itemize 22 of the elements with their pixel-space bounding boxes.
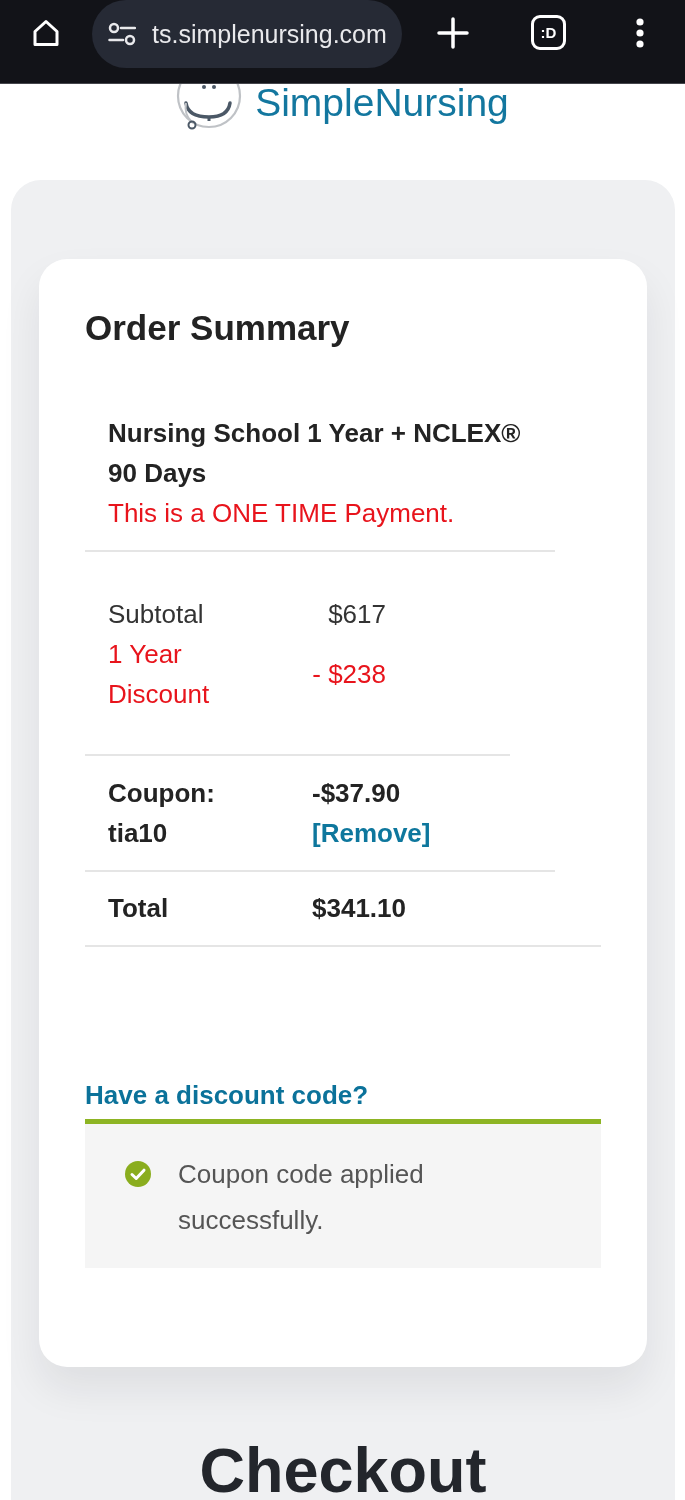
remove-coupon-link[interactable]: [Remove] bbox=[312, 813, 431, 853]
total-amount: $341.10 bbox=[312, 892, 406, 925]
tab-switcher-button[interactable]: :D bbox=[530, 15, 566, 50]
menu-icon bbox=[635, 18, 644, 48]
coupon-amount: -$37.90 bbox=[312, 777, 401, 810]
coupon-label: Coupon: tia10 bbox=[108, 777, 216, 850]
check-circle-icon bbox=[125, 1161, 151, 1187]
summary-amount: - $238 bbox=[311, 658, 386, 691]
discount-code-link[interactable]: Have a discount code? bbox=[85, 1075, 369, 1115]
total-label: Total bbox=[108, 892, 170, 925]
site-settings-icon bbox=[108, 22, 136, 46]
coupon-message-text: Coupon code applied successfully. bbox=[178, 1158, 425, 1237]
summary-label: 1 Year Discount bbox=[108, 638, 211, 711]
summary-label: Subtotal bbox=[108, 598, 205, 631]
address-bar[interactable]: ts.simplenursing.com bbox=[92, 0, 402, 68]
order-summary-title: Order Summary bbox=[85, 308, 350, 348]
payment-note: This is a ONE TIME Payment. bbox=[108, 497, 456, 530]
product-name: Nursing School 1 Year + NCLEX® 90 Days bbox=[108, 417, 522, 490]
plus-icon bbox=[436, 17, 469, 49]
logo-text: SimpleNursing bbox=[255, 83, 509, 123]
summary-amount: $617 bbox=[327, 598, 386, 631]
checkout-heading: Checkout bbox=[199, 1444, 487, 1497]
